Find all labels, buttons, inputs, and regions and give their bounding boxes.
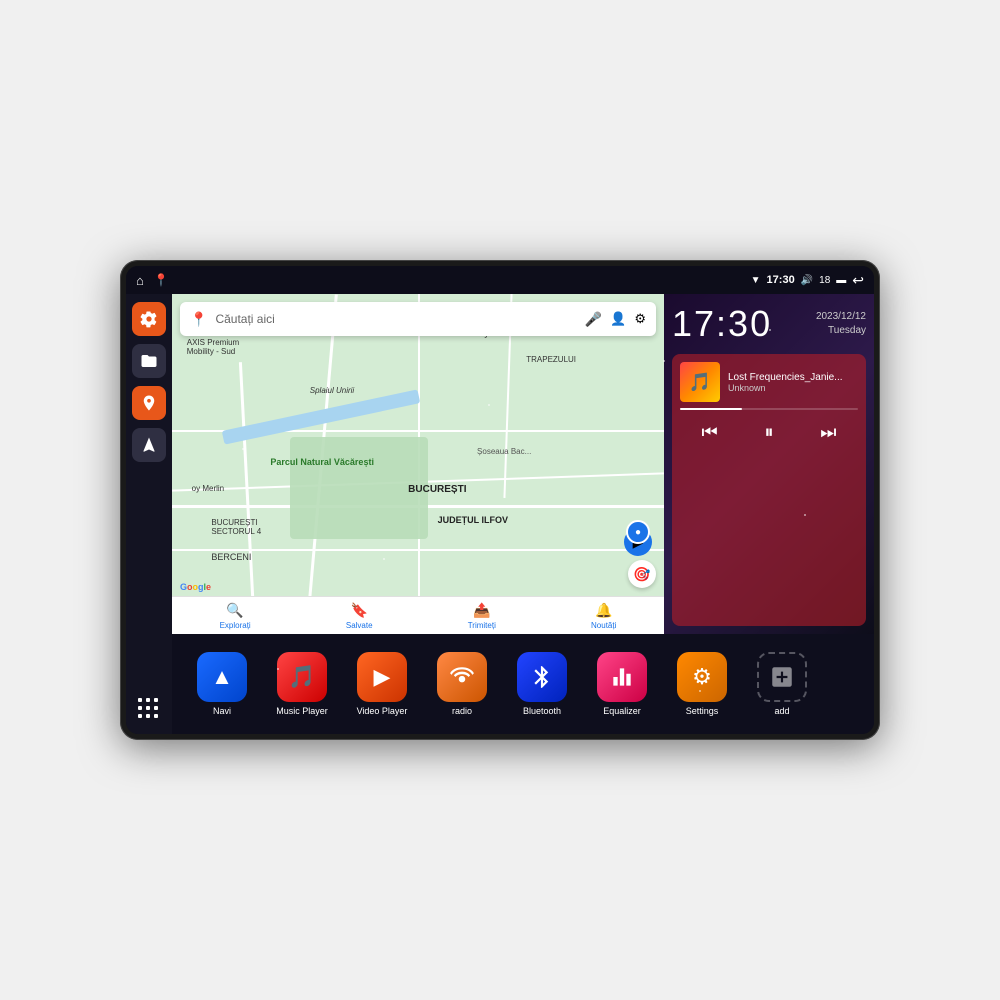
radio-label: radio <box>452 706 472 716</box>
map-tab-explore[interactable]: 🔍 Explorați <box>220 602 251 630</box>
music-controls: ⏮ ⏸ ⏭ <box>680 416 858 448</box>
app-video-player[interactable]: ▶ Video Player <box>344 652 420 716</box>
sidebar <box>126 294 172 734</box>
location-status-icon: 📍 <box>154 273 169 287</box>
location-button[interactable]: 🎯 <box>628 560 656 588</box>
navi-label: Navi <box>213 706 231 716</box>
sidebar-item-settings[interactable] <box>132 302 166 336</box>
prev-button[interactable]: ⏮ <box>694 416 726 448</box>
center-area: AXIS PremiumMobility - Sud Pizza & Baker… <box>172 294 874 734</box>
clock-date: 2023/12/12 Tuesday <box>816 310 866 338</box>
map-area[interactable]: AXIS PremiumMobility - Sud Pizza & Baker… <box>172 294 664 634</box>
app-settings[interactable]: ⚙ Settings <box>664 652 740 716</box>
gear-icon <box>140 310 158 328</box>
status-bar: ⌂ 📍 ▼ 17:30 🔊 18 ▬ ↩ <box>126 266 874 294</box>
map-tab-news[interactable]: 🔔 Noutăți <box>591 602 616 630</box>
sidebar-item-navigation[interactable] <box>132 428 166 462</box>
bluetooth-icon <box>517 652 567 702</box>
saved-label: Salvate <box>346 621 373 630</box>
date-value: 2023/12/12 <box>816 310 866 324</box>
explore-label: Explorați <box>220 621 251 630</box>
music-progress-bar[interactable] <box>680 408 858 410</box>
clock-time: 17:30 <box>672 306 772 342</box>
app-bluetooth[interactable]: Bluetooth <box>504 652 580 716</box>
sidebar-item-maps[interactable] <box>132 386 166 420</box>
grid-dots-icon <box>138 698 160 720</box>
music-artist: Unknown <box>728 383 858 393</box>
status-left: ⌂ 📍 <box>136 273 745 288</box>
equalizer-icon <box>597 652 647 702</box>
google-logo: Google <box>180 582 211 592</box>
current-location-marker: ● <box>626 520 650 544</box>
app-navi[interactable]: ▲ Navi <box>184 652 260 716</box>
send-icon: 📤 <box>473 602 490 619</box>
music-details: Lost Frequencies_Janie... Unknown <box>728 372 858 393</box>
map-tab-saved[interactable]: 🔖 Salvate <box>346 602 373 630</box>
music-widget: 🎵 Lost Frequencies_Janie... Unknown <box>672 354 866 626</box>
equalizer-bars-icon <box>609 664 635 690</box>
music-player-icon: 🎵 <box>277 652 327 702</box>
navi-icon: ▲ <box>197 652 247 702</box>
volume-icon: 🔊 <box>801 275 813 286</box>
more-icon[interactable]: ⚙ <box>634 311 646 327</box>
sidebar-item-files[interactable] <box>132 344 166 378</box>
clock-widget: 17:30 2023/12/12 Tuesday <box>672 302 866 346</box>
app-grid: ▲ Navi 🎵 Music Player ▶ <box>172 634 874 734</box>
navigation-icon <box>140 436 158 454</box>
pause-button[interactable]: ⏸ <box>753 416 785 448</box>
mic-icon[interactable]: 🎤 <box>585 311 602 328</box>
back-icon[interactable]: ↩ <box>852 272 864 289</box>
map-background: AXIS PremiumMobility - Sud Pizza & Baker… <box>172 294 664 634</box>
account-icon[interactable]: 👤 <box>610 311 626 327</box>
map-pin-icon <box>140 394 158 412</box>
album-art: 🎵 <box>680 362 720 402</box>
radio-icon <box>437 652 487 702</box>
files-icon <box>140 352 158 370</box>
music-progress-fill <box>680 408 742 410</box>
main-content: AXIS PremiumMobility - Sud Pizza & Baker… <box>126 294 874 734</box>
google-maps-icon: 📍 <box>190 311 207 328</box>
home-icon[interactable]: ⌂ <box>136 273 144 288</box>
battery-level: 18 <box>819 275 830 286</box>
day-value: Tuesday <box>816 324 866 338</box>
app-music-player[interactable]: 🎵 Music Player <box>264 652 340 716</box>
bluetooth-label: Bluetooth <box>523 706 561 716</box>
equalizer-label: Equalizer <box>603 706 641 716</box>
app-equalizer[interactable]: Equalizer <box>584 652 660 716</box>
news-icon: 🔔 <box>595 602 612 619</box>
top-section: AXIS PremiumMobility - Sud Pizza & Baker… <box>172 294 874 634</box>
sidebar-item-all-apps[interactable] <box>132 692 166 726</box>
status-time: 17:30 <box>767 274 795 286</box>
send-label: Trimiteți <box>468 621 496 630</box>
app-radio[interactable]: radio <box>424 652 500 716</box>
wifi-icon: ▼ <box>751 275 761 286</box>
device-screen: ⌂ 📍 ▼ 17:30 🔊 18 ▬ ↩ <box>126 266 874 734</box>
music-info: 🎵 Lost Frequencies_Janie... Unknown <box>680 362 858 402</box>
app-add[interactable]: add <box>744 652 820 716</box>
search-placeholder: Căutați aici <box>215 312 576 326</box>
explore-icon: 🔍 <box>226 602 243 619</box>
right-panel: 17:30 2023/12/12 Tuesday 🎵 <box>664 294 874 634</box>
video-player-icon: ▶ <box>357 652 407 702</box>
bluetooth-symbol-icon <box>529 664 555 690</box>
map-tabs: 🔍 Explorați 🔖 Salvate 📤 Trimiteți <box>172 596 664 634</box>
radio-wave-icon <box>449 664 475 690</box>
device-frame: ⌂ 📍 ▼ 17:30 🔊 18 ▬ ↩ <box>120 260 880 740</box>
news-label: Noutăți <box>591 621 616 630</box>
search-actions: 🎤 👤 ⚙ <box>585 311 646 328</box>
add-icon <box>757 652 807 702</box>
saved-icon: 🔖 <box>350 602 367 619</box>
status-right: ▼ 17:30 🔊 18 ▬ ↩ <box>751 272 864 289</box>
add-plus-icon <box>769 664 795 690</box>
battery-icon: ▬ <box>836 275 846 286</box>
map-tab-send[interactable]: 📤 Trimiteți <box>468 602 496 630</box>
settings-label: Settings <box>686 706 719 716</box>
add-label: add <box>774 706 789 716</box>
next-button[interactable]: ⏭ <box>812 416 844 448</box>
music-player-label: Music Player <box>276 706 328 716</box>
music-title: Lost Frequencies_Janie... <box>728 372 858 383</box>
map-search-bar[interactable]: 📍 Căutați aici 🎤 👤 ⚙ <box>180 302 656 336</box>
video-player-label: Video Player <box>357 706 408 716</box>
settings-icon: ⚙ <box>677 652 727 702</box>
